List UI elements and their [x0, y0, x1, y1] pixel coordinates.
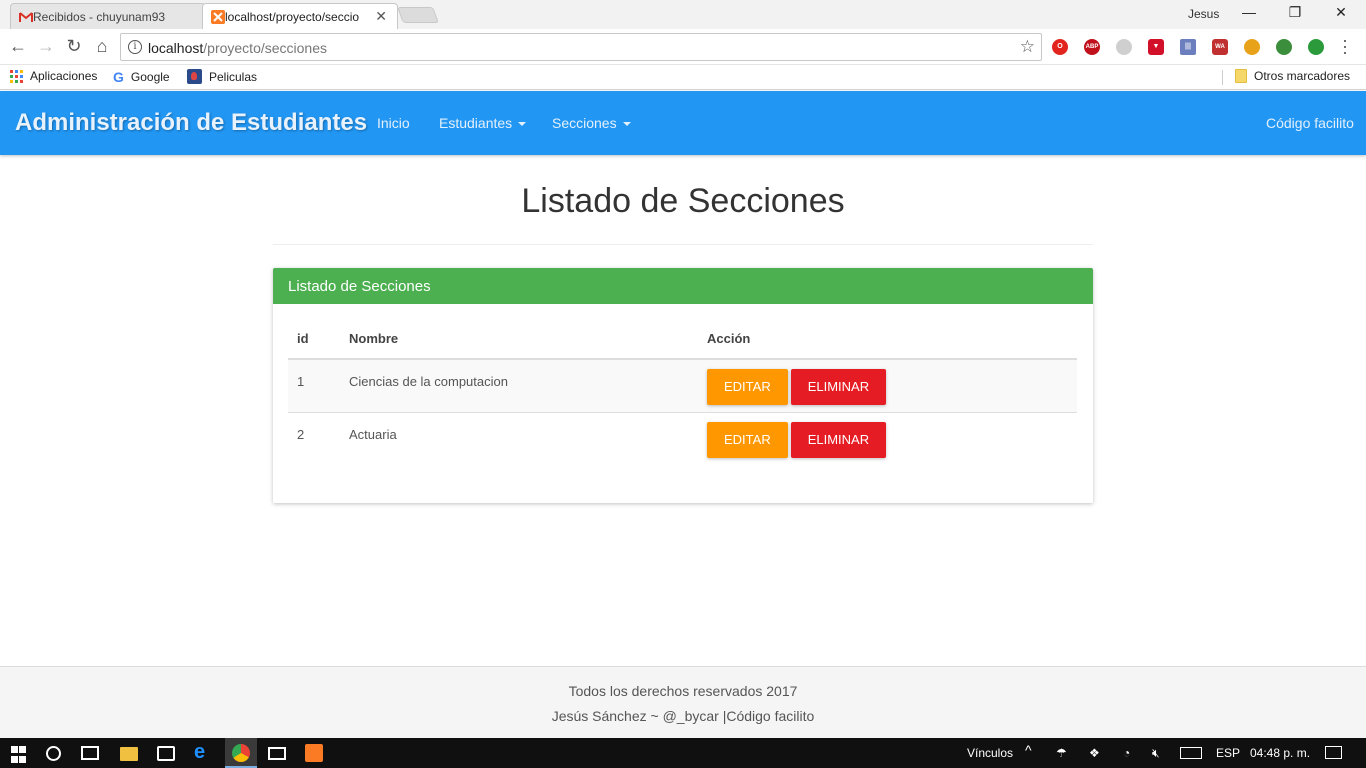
sections-table: id Nombre Acción 1 Ciencias de la comput… — [288, 319, 1077, 465]
restore-icon[interactable]: ❐ — [1280, 4, 1310, 21]
nav-codigo-facilito[interactable]: Código facilito — [1266, 115, 1354, 131]
app-navbar: Administración de Estudiantes Inicio Est… — [0, 91, 1366, 155]
chevron-up-icon[interactable]: ^ — [1025, 742, 1032, 758]
bookmarks-separator — [1222, 70, 1223, 85]
cell-nombre: Actuaria — [349, 426, 397, 442]
table-row: 1 Ciencias de la computacion EDITAR ELIMI… — [288, 359, 1077, 413]
info-icon[interactable]: i — [128, 40, 142, 54]
opera-icon[interactable]: O — [1052, 39, 1068, 55]
nav-inicio[interactable]: Inicio — [377, 115, 410, 131]
panel-heading: Listado de Secciones — [273, 268, 1093, 304]
delete-button[interactable]: ELIMINAR — [790, 369, 887, 405]
cell-actions: EDITAR ELIMINAR — [698, 412, 1077, 465]
grid-extension-icon[interactable]: ||| — [1180, 39, 1196, 55]
reload-icon[interactable]: ↻ — [63, 36, 85, 57]
gmail-icon — [19, 12, 33, 22]
adblock-icon[interactable]: ABP — [1084, 39, 1100, 55]
bookmark-star-icon[interactable]: ☆ — [1020, 37, 1035, 57]
bookmark-peliculas[interactable]: Peliculas — [187, 69, 257, 84]
footer-copyright: Todos los derechos reservados 2017 — [568, 683, 798, 699]
edit-button[interactable]: EDITAR — [707, 369, 788, 405]
bookmark-label: Aplicaciones — [30, 69, 98, 83]
bookmark-apps[interactable]: Aplicaciones — [10, 69, 97, 83]
extension-icon[interactable] — [1116, 39, 1132, 55]
cell-actions: EDITAR ELIMINAR — [698, 359, 1077, 413]
url-text[interactable]: localhost/proyecto/secciones — [148, 40, 327, 56]
browser-menu-icon[interactable]: · · · — [1342, 31, 1348, 61]
notifications-icon[interactable] — [1325, 746, 1342, 759]
xampp-taskbar-icon[interactable] — [305, 744, 323, 762]
globe-icon[interactable] — [1276, 39, 1292, 55]
task-view-icon[interactable] — [81, 746, 99, 760]
folder-icon — [1235, 69, 1247, 83]
panel-body: id Nombre Acción 1 Ciencias de la comput… — [273, 304, 1093, 480]
close-tab-icon[interactable]: ✕ — [375, 8, 387, 25]
nav-secciones-dropdown[interactable]: Secciones — [552, 115, 631, 131]
bookmarks-bar: Aplicaciones G Google Peliculas Otros ma… — [0, 65, 1366, 90]
tab-gmail[interactable]: Recibidos - chuyunam93 — [10, 3, 206, 29]
new-tab-button[interactable] — [397, 7, 439, 23]
caret-down-icon — [622, 122, 631, 127]
column-header-id: id — [288, 319, 340, 360]
cell-nombre: Ciencias de la computacion — [340, 359, 698, 413]
table-row: 2 Actuaria EDITAR ELIMINAR — [288, 412, 1077, 465]
xampp-icon — [211, 10, 225, 24]
cell-id: 2 — [297, 426, 305, 442]
delete-button[interactable]: ELIMINAR — [790, 421, 887, 458]
taskbar-links[interactable]: Vínculos — [967, 746, 1013, 760]
bookmark-label: Peliculas — [209, 69, 258, 84]
taskbar-clock[interactable]: 04:48 p. m. — [1250, 746, 1310, 760]
address-bar[interactable]: i localhost/proyecto/secciones ☆ — [120, 33, 1042, 61]
caret-down-icon — [518, 122, 527, 127]
title-divider — [273, 244, 1093, 245]
antivirus-icon[interactable]: ☂ — [1056, 746, 1067, 760]
google-icon: G — [113, 69, 124, 85]
bookmark-google[interactable]: G Google — [113, 69, 170, 85]
wifi-icon[interactable]: ◔ — [1123, 746, 1130, 760]
column-header-nombre: Nombre — [340, 319, 698, 360]
footer-credits: Jesús Sánchez ~ @_bycar |Código facilito — [551, 708, 815, 724]
store-icon[interactable] — [157, 746, 175, 761]
shield-icon[interactable]: ▼ — [1148, 39, 1164, 55]
home-icon[interactable]: ⌂ — [91, 36, 113, 57]
apps-grid-icon — [10, 69, 23, 83]
color-extension-icon[interactable] — [1244, 39, 1260, 55]
forward-icon[interactable]: → — [35, 36, 57, 57]
column-header-accion: Acción — [698, 319, 1077, 360]
volume-muted-icon[interactable]: 🔇︎ — [1152, 746, 1160, 761]
nav-estudiantes-dropdown[interactable]: Estudiantes — [439, 115, 527, 131]
browser-toolbar: ← → ↻ ⌂ i localhost/proyecto/secciones ☆… — [0, 29, 1366, 65]
tab-title: Recibidos - chuyunam93 — [33, 9, 166, 24]
window-close-icon[interactable]: ✕ — [1326, 4, 1356, 21]
bookmark-other[interactable]: Otros marcadores — [1235, 69, 1350, 83]
wappalyzer-icon[interactable]: WA — [1212, 39, 1228, 55]
minimize-icon[interactable]: — — [1234, 4, 1264, 20]
navbar-brand[interactable]: Administración de Estudiantes — [15, 109, 367, 137]
page-footer: Todos los derechos reservados 2017 Jesús… — [0, 666, 1366, 738]
tab-localhost[interactable]: localhost/proyecto/seccio ✕ — [202, 3, 398, 29]
browser-tab-strip: Recibidos - chuyunam93 localhost/proyect… — [0, 0, 1366, 29]
input-language[interactable]: ESP — [1216, 746, 1240, 760]
sections-panel: Listado de Secciones id Nombre Acción 1 … — [273, 268, 1093, 503]
edge-icon[interactable]: e — [194, 741, 212, 763]
back-icon[interactable]: ← — [7, 36, 29, 57]
cell-id: 1 — [288, 359, 340, 413]
bookmark-label: Google — [130, 70, 170, 84]
file-explorer-icon[interactable] — [120, 747, 138, 761]
windows-start-icon[interactable] — [11, 746, 29, 764]
profile-user[interactable]: Jesus — [1188, 7, 1219, 21]
bookmark-label: Otros marcadores — [1254, 69, 1351, 83]
peliculas-icon — [187, 69, 202, 84]
chrome-extension-icon[interactable] — [1308, 39, 1324, 55]
cortana-icon[interactable] — [46, 746, 61, 761]
page-title: Listado de Secciones — [521, 182, 845, 220]
chrome-icon[interactable] — [232, 744, 250, 762]
edit-button[interactable]: EDITAR — [707, 421, 788, 458]
windows-taskbar: e Vínculos ^ ☂ ❖ ◔ 🔇︎ ESP 04:48 p. m. — [0, 738, 1366, 768]
table-header-row: id Nombre Acción — [288, 319, 1077, 360]
tab-title: localhost/proyecto/seccio — [225, 9, 360, 24]
mail-icon[interactable] — [268, 747, 286, 760]
dropbox-icon[interactable]: ❖ — [1089, 746, 1100, 760]
keyboard-icon[interactable] — [1180, 747, 1202, 759]
